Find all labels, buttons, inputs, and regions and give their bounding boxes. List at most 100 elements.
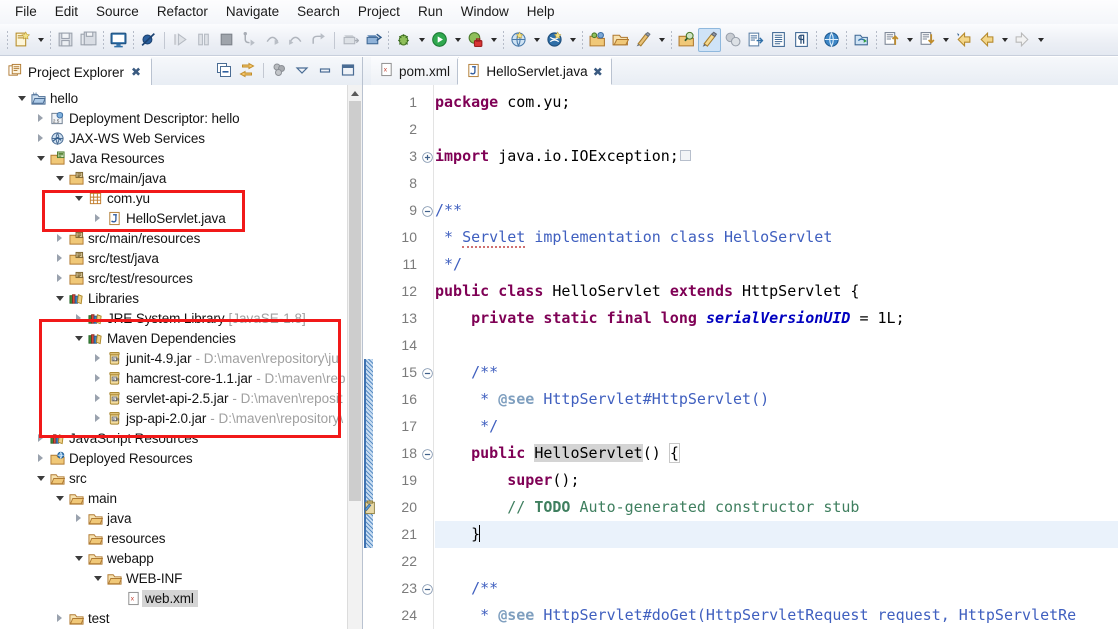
chevron-down-icon[interactable] <box>90 575 105 581</box>
run-on-server-dropdown-icon[interactable] <box>530 28 543 52</box>
web-browser-icon[interactable] <box>820 28 843 52</box>
tree-item-src-test-resources[interactable]: src/test/resources <box>0 268 362 288</box>
scrollbar-thumb[interactable] <box>349 101 361 501</box>
skip-breakpoints-icon[interactable] <box>137 28 160 52</box>
chevron-right-icon[interactable] <box>90 374 105 382</box>
chevron-right-icon[interactable] <box>52 274 67 282</box>
fold-collapse-icon[interactable] <box>421 448 434 461</box>
code-line[interactable]: // TODO Auto-generated constructor stub <box>435 494 1118 521</box>
next-annotation-dropdown-icon[interactable] <box>939 28 952 52</box>
chevron-down-icon[interactable] <box>33 475 48 481</box>
project-tree[interactable]: Mhello 2.5 Deployment Descriptor: hello JAX… <box>0 85 362 629</box>
code-line[interactable]: /** <box>435 575 1118 602</box>
minimize-icon[interactable] <box>315 60 335 80</box>
chevron-down-icon[interactable] <box>52 175 67 181</box>
chevron-right-icon[interactable] <box>90 394 105 402</box>
run-icon[interactable] <box>428 28 451 52</box>
menu-item-help[interactable]: Help <box>518 1 564 23</box>
chevron-right-icon[interactable] <box>90 354 105 362</box>
new-server-icon[interactable] <box>543 28 566 52</box>
suspend-icon[interactable] <box>192 28 215 52</box>
fold-collapse-icon[interactable] <box>421 583 434 596</box>
code-line[interactable]: */ <box>435 251 1118 278</box>
chevron-right-icon[interactable] <box>90 414 105 422</box>
step-into-icon[interactable] <box>238 28 261 52</box>
chevron-down-icon[interactable] <box>71 195 86 201</box>
back-icon[interactable] <box>975 28 998 52</box>
code-line[interactable]: /** <box>435 197 1118 224</box>
chevron-right-icon[interactable] <box>71 514 86 522</box>
chevron-down-icon[interactable] <box>52 295 67 301</box>
fold-collapse-icon[interactable] <box>421 205 434 218</box>
new-wizard-dropdown-icon[interactable] <box>34 28 47 52</box>
javadoc-icon[interactable] <box>721 28 744 52</box>
tree-item-resources[interactable]: resources <box>0 528 362 548</box>
debug-dropdown-icon[interactable] <box>415 28 428 52</box>
chevron-down-icon[interactable] <box>292 60 312 80</box>
code-line[interactable]: /** <box>435 359 1118 386</box>
scroll-up-arrow-icon[interactable] <box>348 85 362 100</box>
code-line[interactable]: public HelloServlet() { <box>435 440 1118 467</box>
view-menu-icon[interactable] <box>269 60 289 80</box>
editor-tab-pom-xml[interactable]: x pom.xml <box>371 57 460 85</box>
step-over-icon[interactable] <box>261 28 284 52</box>
menu-item-window[interactable]: Window <box>452 1 518 23</box>
tree-item-servlet-api-2-5-jar[interactable]: 010 servlet-api-2.5.jar - D:\maven\reposit <box>0 388 362 408</box>
chevron-right-icon[interactable] <box>90 214 105 222</box>
code-line[interactable]: public class HelloServlet extends HttpSe… <box>435 278 1118 305</box>
fold-expand-icon[interactable] <box>421 151 434 164</box>
save-all-icon[interactable] <box>77 28 100 52</box>
tree-item-com-yu[interactable]: com.yu <box>0 188 362 208</box>
tree-item-libraries[interactable]: Libraries <box>0 288 362 308</box>
chevron-right-icon[interactable] <box>52 234 67 242</box>
code-line[interactable]: */ <box>435 413 1118 440</box>
menu-item-project[interactable]: Project <box>349 1 409 23</box>
chevron-down-icon[interactable] <box>14 95 29 101</box>
source-editor[interactable]: 1238910111213141516171819202122232425262… <box>363 85 1118 629</box>
tree-item-src-main-java[interactable]: src/main/java <box>0 168 362 188</box>
tree-item-jsp-api-2-0-jar[interactable]: 010 jsp-api-2.0.jar - D:\maven\repository\ <box>0 408 362 428</box>
menu-item-file[interactable]: File <box>6 1 46 23</box>
run-external-tools-icon[interactable] <box>464 28 487 52</box>
tree-item-hello[interactable]: Mhello <box>0 88 362 108</box>
chevron-right-icon[interactable] <box>71 314 86 322</box>
menu-item-run[interactable]: Run <box>409 1 452 23</box>
forward-dropdown-icon[interactable] <box>1034 28 1047 52</box>
chevron-right-icon[interactable] <box>52 254 67 262</box>
code-line[interactable]: super(); <box>435 467 1118 494</box>
tree-item-src-test-java[interactable]: src/test/java <box>0 248 362 268</box>
todo-task-marker-icon[interactable] <box>363 500 377 515</box>
tree-item-hamcrest-core-1-1-jar[interactable]: 010 hamcrest-core-1.1.jar - D:\maven\rep <box>0 368 362 388</box>
tree-item-deployment-descriptor-hello[interactable]: 2.5 Deployment Descriptor: hello <box>0 108 362 128</box>
next-edit-icon[interactable] <box>952 28 975 52</box>
resume-icon[interactable] <box>169 28 192 52</box>
run-on-server-icon[interactable] <box>507 28 530 52</box>
tree-item-java[interactable]: java <box>0 508 362 528</box>
close-icon[interactable]: ✖ <box>131 65 141 79</box>
code-line[interactable] <box>435 116 1118 143</box>
code-line[interactable]: * @see HttpServlet#doGet(HttpServletRequ… <box>435 602 1118 629</box>
previous-annotation-icon[interactable] <box>880 28 903 52</box>
tree-item-web-xml[interactable]: x web.xml <box>0 588 362 608</box>
menu-item-edit[interactable]: Edit <box>46 1 87 23</box>
menu-item-navigate[interactable]: Navigate <box>217 1 288 23</box>
chevron-right-icon[interactable] <box>33 134 48 142</box>
menu-item-search[interactable]: Search <box>288 1 349 23</box>
export-icon[interactable] <box>744 28 767 52</box>
drop-to-frame-icon[interactable] <box>307 28 330 52</box>
code-line[interactable]: private static final long serialVersionU… <box>435 305 1118 332</box>
tree-item-test[interactable]: test <box>0 608 362 628</box>
fold-collapse-icon[interactable] <box>421 367 434 380</box>
chevron-right-icon[interactable] <box>33 114 48 122</box>
tree-item-maven-dependencies[interactable]: Maven Dependencies <box>0 328 362 348</box>
tree-item-deployed-resources[interactable]: Deployed Resources <box>0 448 362 468</box>
java-editor-icon[interactable] <box>698 27 721 52</box>
tree-item-jre-system-library[interactable]: JRE System Library [JavaSE-1.8] <box>0 308 362 328</box>
close-icon[interactable]: ✖ <box>593 65 603 79</box>
code-line[interactable]: } <box>435 521 1118 548</box>
run-dropdown-icon[interactable] <box>451 28 464 52</box>
run-external-tools-dropdown-icon[interactable] <box>487 28 500 52</box>
new-java-class-icon[interactable] <box>632 28 655 52</box>
new-task-icon[interactable] <box>362 28 385 52</box>
outline-icon[interactable] <box>767 28 790 52</box>
